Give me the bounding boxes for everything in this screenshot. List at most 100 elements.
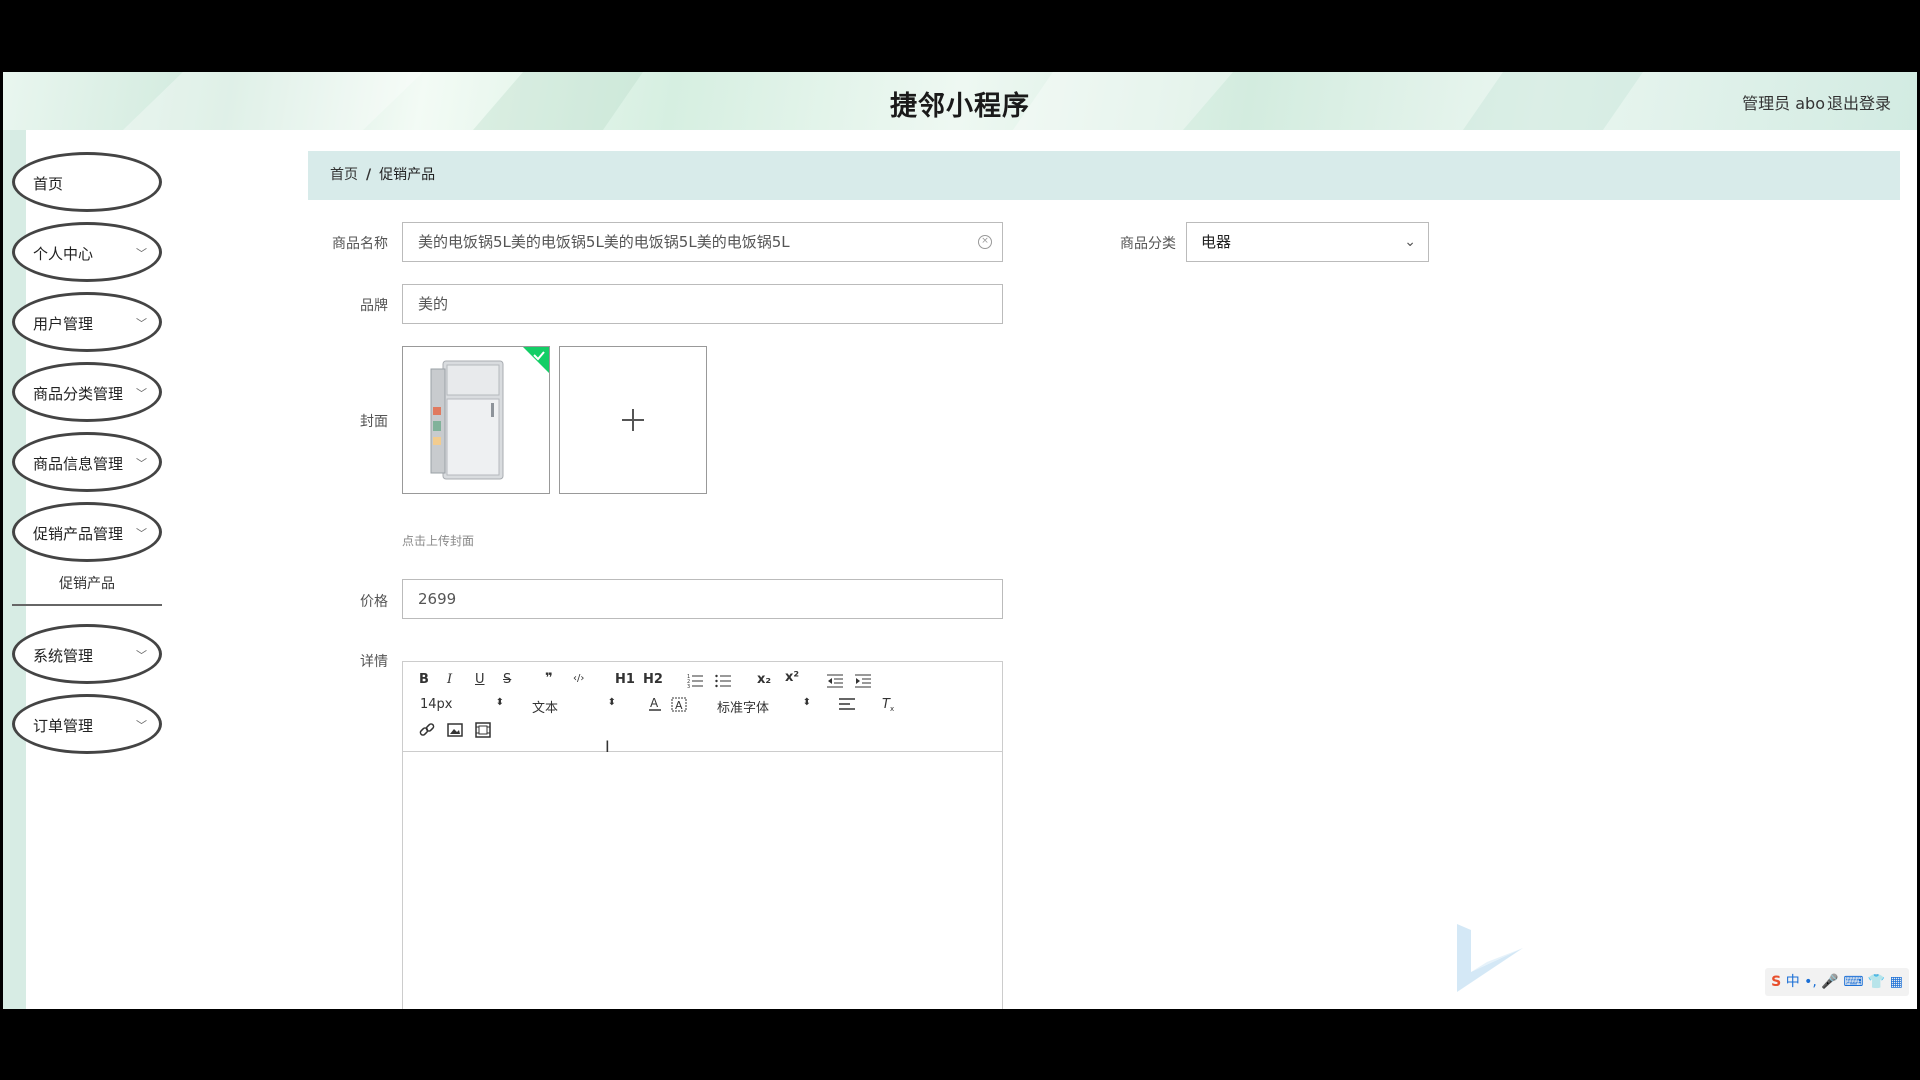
sidebar-item-system-management[interactable]: 系统管理 ﹀ xyxy=(12,624,162,684)
superscript-button[interactable]: x² xyxy=(785,670,799,685)
breadcrumb-current: 促销产品 xyxy=(379,167,436,183)
ime-mode-indicator[interactable]: 中 xyxy=(1786,974,1800,990)
detail-label: 详情 xyxy=(360,654,388,670)
header2-button[interactable]: H2 xyxy=(643,672,663,687)
italic-button[interactable]: I xyxy=(447,672,452,687)
sogou-logo-icon: S xyxy=(1771,974,1782,990)
brand-label: 品牌 xyxy=(360,298,388,314)
sidebar-item-label: 订单管理 xyxy=(33,717,94,735)
site-title: 捷邻小程序 xyxy=(890,91,1030,122)
uploaded-cover-thumbnail[interactable] xyxy=(402,346,550,494)
video-icon[interactable] xyxy=(475,722,491,738)
sidebar-item-personal-center[interactable]: 个人中心 ﹀ xyxy=(12,222,162,282)
sidebar-item-promotion-management[interactable]: 促销产品管理 ﹀ xyxy=(12,502,162,562)
svg-text:A: A xyxy=(650,696,659,710)
editor-content-area[interactable] xyxy=(403,752,1002,1009)
underline-button[interactable]: U xyxy=(475,672,485,687)
clear-format-icon[interactable]: Tx xyxy=(881,696,897,712)
keyboard-icon[interactable]: ⌨ xyxy=(1843,974,1863,990)
sidebar-item-category-management[interactable]: 商品分类管理 ﹀ xyxy=(12,362,162,422)
text-cursor-icon: I xyxy=(605,737,610,756)
apps-icon[interactable]: ▦ xyxy=(1890,974,1903,990)
breadcrumb: 首页 / 促销产品 xyxy=(308,151,1900,200)
cover-label: 封面 xyxy=(360,414,388,430)
price-value: 2699 xyxy=(418,590,457,608)
chevron-down-icon: ﹀ xyxy=(136,387,147,400)
font-family-select[interactable]: 标准字体 ⬍ xyxy=(717,697,811,716)
header1-button[interactable]: H1 xyxy=(615,672,635,687)
rich-text-editor: B I U S ❞ ‹/› H1 H2 123 x₂ x² 14px ⬍ 文本 … xyxy=(402,661,1003,1009)
punctuation-icon[interactable]: •, xyxy=(1804,974,1817,990)
fridge-image xyxy=(430,347,549,480)
product-name-input[interactable]: 美的电饭锅5L美的电饭锅5L美的电饭锅5L美的电饭锅5L × xyxy=(402,222,1003,262)
category-select[interactable]: 电器 ⌄ xyxy=(1186,222,1429,262)
ordered-list-icon[interactable]: 123 xyxy=(687,674,703,688)
sidebar-item-label: 首页 xyxy=(33,175,64,193)
brand-value: 美的 xyxy=(418,295,449,313)
editor-toolbar: B I U S ❞ ‹/› H1 H2 123 x₂ x² 14px ⬍ 文本 … xyxy=(403,662,1002,752)
watermark-logo-icon xyxy=(1457,924,1523,992)
updown-arrow-icon: ⬍ xyxy=(607,697,616,708)
subscript-button[interactable]: x₂ xyxy=(757,672,771,687)
svg-text:3: 3 xyxy=(687,684,690,688)
font-color-icon[interactable]: A xyxy=(648,696,662,712)
category-selected-value: 电器 xyxy=(1201,233,1232,251)
plus-icon xyxy=(622,409,644,431)
header-select[interactable]: 文本 ⬍ xyxy=(532,697,616,716)
chevron-down-icon: ﹀ xyxy=(136,649,147,662)
chevron-down-icon: ﹀ xyxy=(136,247,147,260)
admin-user-label: 管理员 abo xyxy=(1742,94,1825,113)
bullet-list-icon[interactable] xyxy=(715,674,731,688)
microphone-icon[interactable]: 🎤 xyxy=(1821,974,1838,990)
code-block-button[interactable]: ‹/› xyxy=(573,673,584,684)
sidebar-item-label: 商品分类管理 xyxy=(33,385,124,403)
sidebar-item-label: 促销产品管理 xyxy=(33,525,124,543)
header-select-value: 文本 xyxy=(532,701,559,716)
brand-input[interactable]: 美的 xyxy=(402,284,1003,324)
upload-cover-button[interactable] xyxy=(559,346,707,494)
font-family-value: 标准字体 xyxy=(717,701,770,716)
sidebar-subitem-promotion-products[interactable]: 促销产品 xyxy=(12,566,162,606)
background-color-icon[interactable]: A xyxy=(671,696,687,712)
updown-arrow-icon: ⬍ xyxy=(495,697,504,708)
price-input[interactable]: 2699 xyxy=(402,579,1003,619)
price-label: 价格 xyxy=(360,594,388,610)
sidebar-item-home[interactable]: 首页 xyxy=(12,152,162,212)
outdent-icon[interactable] xyxy=(827,674,843,688)
breadcrumb-separator: / xyxy=(366,167,372,183)
font-size-value: 14px xyxy=(420,697,453,712)
image-icon[interactable] xyxy=(447,722,463,738)
bold-button[interactable]: B xyxy=(419,672,429,687)
sidebar-item-label: 商品信息管理 xyxy=(33,455,124,473)
sidebar-item-label: 个人中心 xyxy=(33,245,94,263)
logout-link[interactable]: 退出登录 xyxy=(1827,90,1891,114)
breadcrumb-home[interactable]: 首页 xyxy=(330,167,358,183)
sidebar-menu: 首页 个人中心 ﹀ 用户管理 ﹀ 商品分类管理 ﹀ 商品信息管理 ﹀ 促销产品管… xyxy=(12,152,172,764)
strike-button[interactable]: S xyxy=(503,672,511,687)
skin-icon[interactable]: 👕 xyxy=(1868,974,1885,990)
link-icon[interactable] xyxy=(419,722,435,738)
chevron-down-icon: ﹀ xyxy=(136,457,147,470)
svg-text:A: A xyxy=(675,699,683,712)
sidebar-item-user-management[interactable]: 用户管理 ﹀ xyxy=(12,292,162,352)
chevron-down-icon: ﹀ xyxy=(136,719,147,732)
chevron-down-icon: ⌄ xyxy=(1404,234,1416,250)
chevron-down-icon: ﹀ xyxy=(136,317,147,330)
sidebar-item-label: 系统管理 xyxy=(33,647,94,665)
upload-tip-text: 点击上传封面 xyxy=(402,534,475,548)
product-name-label: 商品名称 xyxy=(332,236,388,252)
sidebar-item-product-management[interactable]: 商品信息管理 ﹀ xyxy=(12,432,162,492)
clear-icon[interactable]: × xyxy=(978,235,992,249)
chevron-down-icon: ﹀ xyxy=(136,527,147,540)
indent-icon[interactable] xyxy=(855,674,871,688)
ime-toolbar[interactable]: S 中 •, 🎤 ⌨ 👕 ▦ xyxy=(1765,968,1909,996)
font-size-select[interactable]: 14px ⬍ xyxy=(420,697,504,713)
product-name-value: 美的电饭锅5L美的电饭锅5L美的电饭锅5L美的电饭锅5L xyxy=(418,233,790,251)
align-icon[interactable] xyxy=(839,698,855,711)
updown-arrow-icon: ⬍ xyxy=(802,697,811,708)
blockquote-button[interactable]: ❞ xyxy=(545,671,553,686)
app-window: 捷邻小程序 管理员 abo 退出登录 首页 个人中心 ﹀ 用户管理 ﹀ 商品分类… xyxy=(3,72,1917,1009)
sidebar-item-order-management[interactable]: 订单管理 ﹀ xyxy=(12,694,162,754)
category-label: 商品分类 xyxy=(1120,236,1176,252)
header-bar: 捷邻小程序 管理员 abo 退出登录 xyxy=(3,72,1917,130)
